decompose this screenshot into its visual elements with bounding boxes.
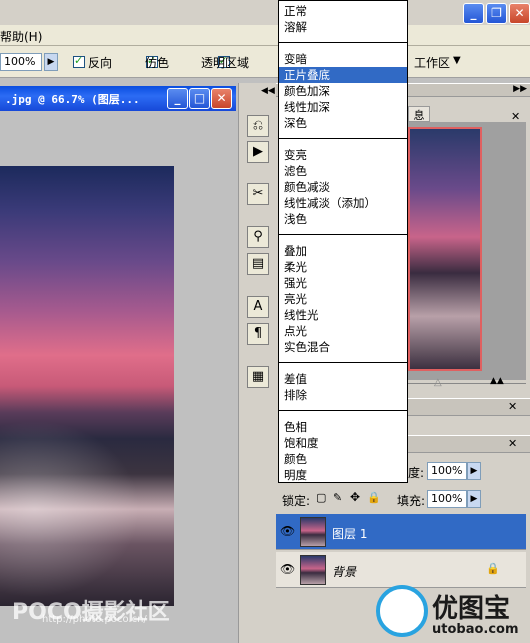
- blend-mode-item[interactable]: 颜色加深: [279, 83, 407, 99]
- blend-mode-item[interactable]: 滤色: [279, 163, 407, 179]
- workspace-chevron-icon[interactable]: ▼: [453, 55, 461, 66]
- navigator-view-box[interactable]: [408, 127, 482, 371]
- lock-move-icon[interactable]: ✥: [350, 490, 360, 504]
- blend-mode-item[interactable]: 亮光: [279, 291, 407, 307]
- layer-thumbnail: [300, 555, 326, 585]
- lock-label: 锁定:: [282, 494, 311, 508]
- workspace-menu[interactable]: 工作区: [414, 54, 450, 71]
- blend-mode-item[interactable]: 线性加深: [279, 99, 407, 115]
- layer-row[interactable]: 👁 图层 1: [276, 514, 526, 550]
- character-icon[interactable]: A: [247, 296, 269, 318]
- fill-field[interactable]: 100%: [427, 490, 467, 508]
- fill-arrow-icon[interactable]: ▶: [467, 490, 481, 508]
- menu-separator: [279, 410, 407, 411]
- menu-separator: [279, 138, 407, 139]
- close-app-button[interactable]: ✕: [509, 3, 530, 24]
- menu-separator: [279, 362, 407, 363]
- zoom-slider-handle[interactable]: △: [434, 377, 442, 388]
- layers-close-icon[interactable]: ✕: [508, 437, 517, 450]
- lock-transparency-icon[interactable]: ▢: [316, 491, 326, 504]
- blend-mode-item[interactable]: 明度: [279, 467, 407, 483]
- blend-mode-item[interactable]: 色相: [279, 419, 407, 435]
- photo-canvas[interactable]: [0, 166, 174, 606]
- actions-play-icon[interactable]: ▶: [247, 141, 269, 163]
- blend-mode-item[interactable]: 正常: [279, 3, 407, 19]
- logo-name: 优图宝: [432, 594, 511, 624]
- clone-source-icon[interactable]: ⚲: [247, 226, 269, 248]
- blend-mode-item[interactable]: 差值: [279, 371, 407, 387]
- collapse-dock-icon[interactable]: ◀◀: [261, 86, 275, 96]
- tool-presets-icon[interactable]: ✂: [247, 183, 269, 205]
- blend-mode-item[interactable]: 颜色: [279, 451, 407, 467]
- zoom-arrow-icon[interactable]: ▶: [44, 53, 58, 71]
- opacity-field[interactable]: 100%: [427, 462, 467, 480]
- document-title: .jpg @ 66.7% (图层...: [5, 93, 140, 106]
- restore-app-button[interactable]: ❐: [486, 3, 507, 24]
- layer-name[interactable]: 图层 1: [332, 525, 367, 542]
- blend-mode-item[interactable]: 正片叠底: [279, 67, 407, 83]
- blend-mode-item[interactable]: 变暗: [279, 51, 407, 67]
- blend-mode-item[interactable]: 颜色减淡: [279, 179, 407, 195]
- reverse-label: 反向: [88, 56, 113, 70]
- menu-bar: 帮助(H): [0, 25, 530, 46]
- reverse-checkbox[interactable]: [73, 54, 85, 68]
- paragraph-icon[interactable]: ¶: [247, 323, 269, 345]
- blend-mode-menu: 正常 溶解变暗 正片叠底 颜色加深 线性加深 深色变亮 滤色 颜色减淡 线性减淡（添加） 浅色叠加…: [278, 0, 408, 483]
- brushes-icon[interactable]: ▤: [247, 253, 269, 275]
- info-tab[interactable]: 息: [408, 106, 430, 122]
- opacity-arrow-icon[interactable]: ▶: [467, 462, 481, 480]
- logo-url: utobao.com: [432, 622, 519, 637]
- blend-mode-item[interactable]: 实色混合: [279, 339, 407, 355]
- blend-mode-item[interactable]: 饱和度: [279, 435, 407, 451]
- minimize-app-button[interactable]: _: [463, 3, 484, 24]
- panel-dock: ◀◀ ⎌ ▶ ✂ ⚲ ▤ A ¶ ▦: [238, 83, 276, 643]
- layers-panel-header: ✕: [408, 435, 530, 453]
- blend-mode-item[interactable]: 叠加: [279, 243, 407, 259]
- panel-header-2: ✕: [408, 398, 530, 416]
- doc-close-button[interactable]: ✕: [211, 88, 232, 109]
- lock-brush-icon[interactable]: ✎: [333, 491, 342, 504]
- zoom-slider-track[interactable]: [408, 383, 526, 384]
- blend-mode-item[interactable]: 排除: [279, 387, 407, 403]
- layer-lock-icon: 🔒: [486, 562, 500, 575]
- blend-mode-item[interactable]: 线性光: [279, 307, 407, 323]
- zoom-field[interactable]: 100%: [0, 53, 42, 71]
- layer-row[interactable]: 👁 背景 🔒: [276, 552, 526, 588]
- panel-2-close-icon[interactable]: ✕: [508, 400, 517, 413]
- opacity-label: 度:: [408, 466, 425, 480]
- layer-thumbnail: [300, 517, 326, 547]
- blend-mode-item[interactable]: 浅色: [279, 211, 407, 227]
- blend-mode-item[interactable]: 点光: [279, 323, 407, 339]
- zoom-in-icon[interactable]: ▲▲: [490, 376, 504, 386]
- menu-separator: [279, 234, 407, 235]
- app-title-bar: [0, 0, 530, 25]
- layer-name[interactable]: 背景: [332, 563, 356, 580]
- blend-mode-item[interactable]: 溶解: [279, 19, 407, 35]
- lock-all-icon[interactable]: 🔒: [367, 491, 381, 504]
- doc-minimize-button[interactable]: _: [167, 88, 188, 109]
- blend-mode-item[interactable]: 柔光: [279, 259, 407, 275]
- blend-mode-item[interactable]: 深色: [279, 115, 407, 131]
- fill-label: 填充:: [397, 494, 426, 508]
- blend-mode-item[interactable]: 强光: [279, 275, 407, 291]
- blend-mode-item[interactable]: 线性减淡（添加）: [279, 195, 407, 211]
- visibility-eye-icon[interactable]: 👁: [280, 524, 295, 538]
- blend-mode-item[interactable]: 变亮: [279, 147, 407, 163]
- expand-panels-icon[interactable]: ▶▶: [513, 84, 527, 94]
- logo-bird-icon: [376, 585, 428, 637]
- watermark-url: http://photo.poco.cn/: [42, 614, 147, 625]
- options-bar: 100% ▶ 反向 仿色 透明区域 工作区 ▼: [0, 46, 530, 78]
- doc-maximize-button[interactable]: □: [189, 88, 210, 109]
- transparency-label: 透明区域: [201, 56, 250, 70]
- menu-separator: [279, 42, 407, 43]
- notes-icon[interactable]: ▦: [247, 366, 269, 388]
- dither-label: 仿色: [145, 56, 170, 70]
- history-icon[interactable]: ⎌: [247, 115, 269, 137]
- visibility-eye-icon[interactable]: 👁: [280, 562, 295, 576]
- menu-help[interactable]: 帮助(H): [0, 28, 42, 45]
